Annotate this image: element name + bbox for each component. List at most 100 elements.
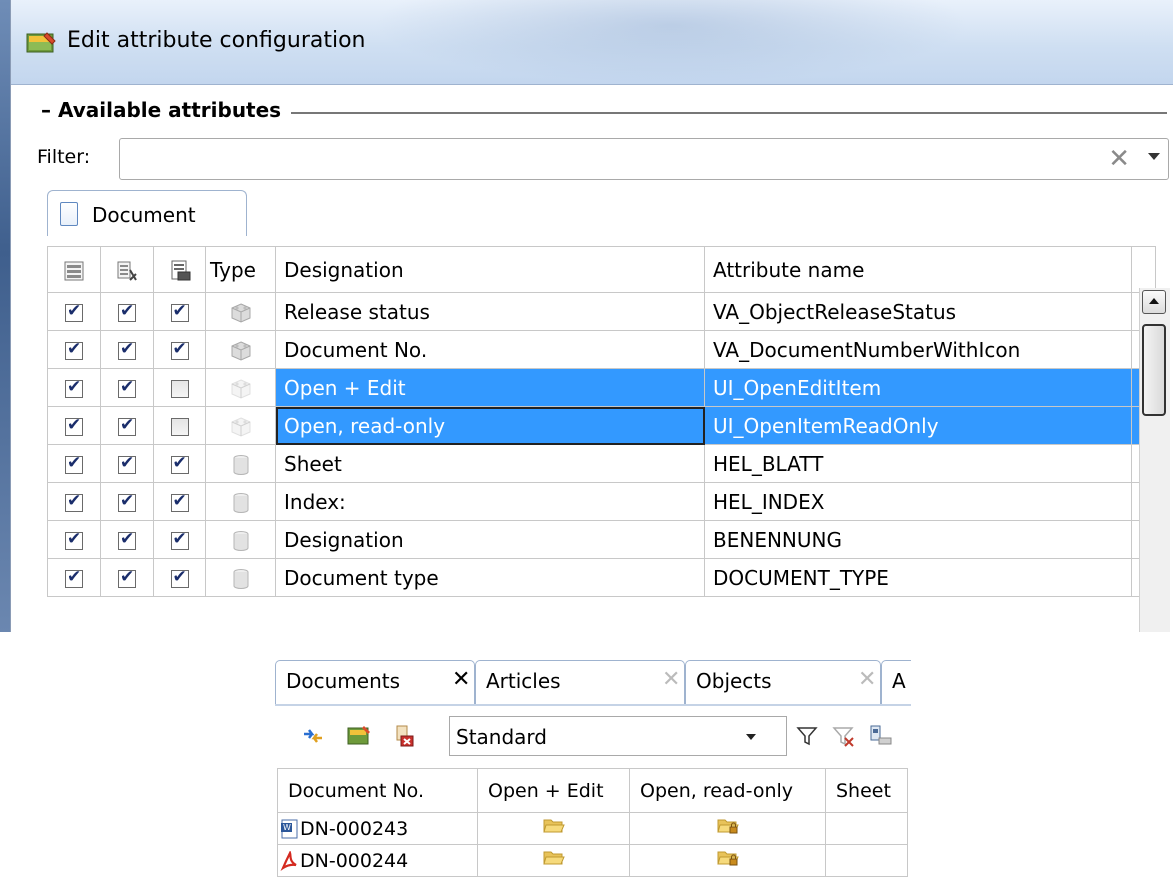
attribute-name-cell[interactable]: BENENNUNG xyxy=(704,520,1132,559)
checkbox-print[interactable] xyxy=(170,301,189,322)
column-header-search[interactable] xyxy=(100,246,154,293)
column-header-document-no[interactable]: Document No. xyxy=(277,768,478,813)
checkbox-print[interactable] xyxy=(170,491,189,512)
tab-articles[interactable]: Articles ✕ xyxy=(475,660,685,704)
checkbox-search[interactable] xyxy=(118,567,136,588)
tab-documents[interactable]: Documents ✕ xyxy=(275,660,475,704)
table-row[interactable]: Document No.VA_DocumentNumberWithIcon xyxy=(47,330,1156,369)
delete-view-icon[interactable] xyxy=(391,724,415,748)
vertical-scrollbar[interactable] xyxy=(1139,288,1170,632)
checkbox-list[interactable] xyxy=(65,415,83,436)
attribute-name-cell[interactable]: VA_DocumentNumberWithIcon xyxy=(704,330,1132,369)
designation-cell[interactable]: Document type xyxy=(275,558,705,597)
attribute-name-cell[interactable]: VA_ObjectReleaseStatus xyxy=(704,292,1132,331)
export-icon[interactable] xyxy=(869,724,893,748)
tab-document[interactable]: Document xyxy=(47,190,247,236)
folder-lock-icon[interactable] xyxy=(716,819,740,841)
checkbox-search[interactable] xyxy=(118,491,136,512)
documents-grid: Document No. Open + Edit Open, read-only… xyxy=(277,768,908,877)
checkbox-list[interactable] xyxy=(65,453,83,474)
checkbox-list[interactable] xyxy=(65,377,83,398)
checkbox-cell xyxy=(47,330,101,369)
checkbox-search[interactable] xyxy=(118,339,136,360)
open-read-only-cell[interactable] xyxy=(629,844,826,877)
folder-open-icon[interactable] xyxy=(542,819,566,841)
column-header-open-read-only[interactable]: Open, read-only xyxy=(629,768,826,813)
chevron-down-icon[interactable] xyxy=(1148,153,1160,160)
attribute-name-cell[interactable]: UI_OpenEditItem xyxy=(704,368,1132,407)
open-edit-cell[interactable] xyxy=(477,844,630,877)
checkbox-cell xyxy=(47,292,101,331)
close-icon[interactable]: ✕ xyxy=(662,667,680,692)
checkbox-search[interactable] xyxy=(118,453,136,474)
checkbox-search[interactable] xyxy=(118,377,136,398)
table-row[interactable]: Open, read-onlyUI_OpenItemReadOnly xyxy=(47,406,1156,445)
clear-icon[interactable]: ✕ xyxy=(1108,144,1130,174)
document-no-cell[interactable]: W DN-000243 xyxy=(277,812,478,845)
checkbox-search[interactable] xyxy=(118,529,136,550)
checkbox-list[interactable] xyxy=(65,567,83,588)
configure-icon[interactable] xyxy=(347,724,371,748)
checkbox-cell xyxy=(100,406,154,445)
open-read-only-cell[interactable] xyxy=(629,812,826,845)
checkbox-list[interactable] xyxy=(65,491,83,512)
tab-articles-label: Articles xyxy=(486,669,561,693)
column-header-designation[interactable]: Designation xyxy=(275,246,705,293)
checkbox-cell xyxy=(153,292,206,331)
table-row[interactable]: DN-000244 xyxy=(277,844,908,877)
tab-overflow[interactable]: A xyxy=(881,660,911,704)
view-select[interactable]: Standard xyxy=(449,716,787,756)
table-row[interactable]: Release statusVA_ObjectReleaseStatus xyxy=(47,292,1156,331)
table-row[interactable]: Index:HEL_INDEX xyxy=(47,482,1156,521)
close-icon[interactable]: ✕ xyxy=(858,667,876,692)
table-row[interactable]: Document typeDOCUMENT_TYPE xyxy=(47,558,1156,597)
attribute-name-cell[interactable]: UI_OpenItemReadOnly xyxy=(704,406,1132,445)
attribute-name-cell[interactable]: HEL_BLATT xyxy=(704,444,1132,483)
designation-cell[interactable]: Release status xyxy=(275,292,705,331)
refresh-icon[interactable] xyxy=(301,724,325,748)
checkbox-list[interactable] xyxy=(65,529,83,550)
checkbox-print[interactable] xyxy=(170,529,189,550)
attribute-name-cell[interactable]: HEL_INDEX xyxy=(704,482,1132,521)
column-header-attribute-name[interactable]: Attribute name xyxy=(704,246,1132,293)
column-header-sheet[interactable]: Sheet xyxy=(825,768,908,813)
group-title[interactable]: – Available attributes xyxy=(37,98,292,122)
table-row[interactable]: DesignationBENENNUNG xyxy=(47,520,1156,559)
checkbox-print[interactable] xyxy=(170,567,189,588)
scroll-thumb[interactable] xyxy=(1142,324,1166,416)
table-row[interactable]: Open + EditUI_OpenEditItem xyxy=(47,368,1156,407)
checkbox-print[interactable] xyxy=(170,418,189,436)
close-icon[interactable]: ✕ xyxy=(452,667,470,692)
designation-cell[interactable]: Designation xyxy=(275,520,705,559)
column-header-print[interactable] xyxy=(153,246,206,293)
column-header-list[interactable] xyxy=(47,246,101,293)
checkbox-search[interactable] xyxy=(118,301,136,322)
folder-open-icon[interactable] xyxy=(542,851,566,873)
document-rows: W DN-000243 DN-000244 xyxy=(277,812,908,877)
filter-input[interactable]: ✕ xyxy=(119,138,1169,180)
checkbox-print[interactable] xyxy=(170,339,189,360)
designation-cell[interactable]: Index: xyxy=(275,482,705,521)
column-header-type[interactable]: Type xyxy=(205,246,276,293)
designation-cell[interactable]: Open, read-only xyxy=(275,406,705,445)
scroll-up-button[interactable] xyxy=(1142,290,1166,314)
attribute-name-cell[interactable]: DOCUMENT_TYPE xyxy=(704,558,1132,597)
clear-filter-icon[interactable] xyxy=(831,724,855,748)
folder-lock-icon[interactable] xyxy=(716,851,740,873)
table-row[interactable]: W DN-000243 xyxy=(277,812,908,845)
open-edit-cell[interactable] xyxy=(477,812,630,845)
chevron-down-icon[interactable] xyxy=(746,734,756,740)
checkbox-list[interactable] xyxy=(65,339,83,360)
checkbox-search[interactable] xyxy=(118,415,136,436)
designation-cell[interactable]: Document No. xyxy=(275,330,705,369)
document-no-cell[interactable]: DN-000244 xyxy=(277,844,478,877)
checkbox-print[interactable] xyxy=(170,380,189,398)
filter-icon[interactable] xyxy=(795,724,819,748)
table-row[interactable]: SheetHEL_BLATT xyxy=(47,444,1156,483)
checkbox-print[interactable] xyxy=(170,453,189,474)
designation-cell[interactable]: Sheet xyxy=(275,444,705,483)
tab-objects[interactable]: Objects ✕ xyxy=(685,660,881,704)
designation-cell[interactable]: Open + Edit xyxy=(275,368,705,407)
checkbox-list[interactable] xyxy=(65,301,83,322)
column-header-open-edit[interactable]: Open + Edit xyxy=(477,768,630,813)
